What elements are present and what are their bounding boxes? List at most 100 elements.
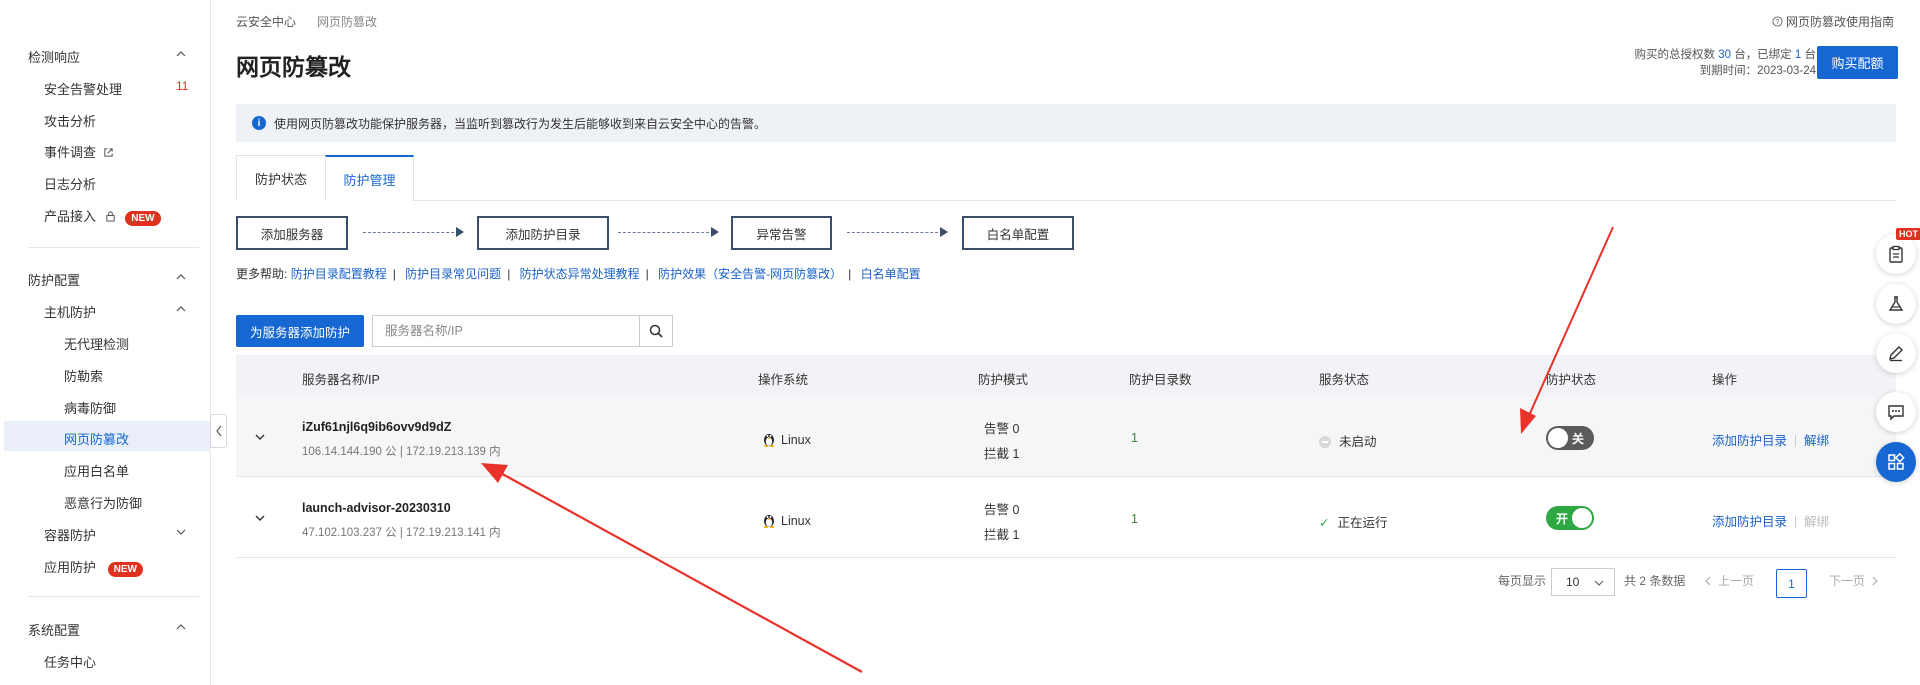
quota-info: 购买的总授权数 30 台，已绑定 1 台 到期时间：2023-03-24 [1634, 49, 1816, 77]
help-link-dir-config[interactable]: 防护目录配置教程 [291, 267, 387, 281]
page-number-current[interactable]: 1 [1776, 569, 1807, 598]
edit-icon [1889, 346, 1903, 362]
os-cell: Linux [762, 512, 811, 528]
chevron-up-icon[interactable] [176, 272, 186, 282]
sidebar-item-malicious-behavior[interactable]: 恶意行为防御 [64, 493, 142, 512]
step-whitelist-config[interactable]: 白名单配置 [962, 216, 1074, 250]
breadcrumb-separator: / [287, 13, 291, 27]
col-mode: 防护模式 [978, 373, 1029, 387]
svg-text:?: ? [1776, 19, 1780, 26]
tab-divider [414, 200, 1896, 201]
sidebar-group-detect[interactable]: 检测响应 [28, 47, 80, 66]
chevron-down-icon[interactable] [253, 430, 267, 444]
chevron-left-icon [215, 425, 222, 437]
mode-alert: 告警 0 [984, 503, 1020, 517]
step-add-server[interactable]: 添加服务器 [236, 216, 348, 250]
chevron-up-icon[interactable] [176, 304, 186, 314]
stopped-icon [1319, 436, 1331, 448]
sidebar-item-app-whitelist[interactable]: 应用白名单 [64, 461, 129, 480]
search-button[interactable] [639, 315, 673, 347]
info-banner: i 使用网页防篡改功能保护服务器，当监听到篡改行为发生后能够收到来自云安全中心的… [236, 104, 1896, 142]
arrow-right-icon [456, 227, 464, 237]
chevron-up-icon[interactable] [176, 49, 186, 59]
more-help: 更多帮助: 防护目录配置教程 | 防护目录常见问题 | 防护状态异常处理教程 | 防护… [236, 267, 921, 281]
mode-block: 拦截 1 [984, 528, 1020, 542]
server-search-input[interactable] [372, 315, 640, 347]
sidebar: 检测响应 安全告警处理 11 攻击分析 事件调查 日志分析 产品接入 NEW 防… [0, 0, 211, 685]
next-page-button[interactable]: 下一页 [1829, 572, 1879, 589]
protection-toggle[interactable]: 关 [1546, 426, 1594, 450]
col-protect-status: 防护状态 [1546, 373, 1597, 387]
arrow-right-icon [940, 227, 948, 237]
sidebar-item-antivirus[interactable]: 病毒防御 [64, 398, 116, 417]
sidebar-item-agentless[interactable]: 无代理检测 [64, 334, 129, 353]
add-directory-link[interactable]: 添加防护目录 [1712, 515, 1787, 529]
service-status: 未启动 [1319, 431, 1377, 450]
chat-float-button[interactable] [1876, 392, 1916, 432]
sidebar-item-investigation[interactable]: 事件调查 [44, 142, 114, 161]
total-count: 共 2 条数据 [1624, 574, 1686, 588]
buy-quota-button[interactable]: 购买配额 [1817, 46, 1898, 79]
table-row[interactable]: iZuf61njl6q9ib6ovv9d9dZ 106.14.144.190 公… [236, 397, 1896, 477]
sidebar-item-product-access[interactable]: 产品接入 NEW [44, 206, 161, 226]
sidebar-item-anti-ransomware[interactable]: 防勒索 [64, 366, 103, 385]
unbind-link[interactable]: 解绑 [1804, 434, 1829, 448]
new-badge: NEW [125, 211, 161, 226]
protection-toggle[interactable]: 开 [1546, 506, 1594, 530]
flask-icon [1888, 296, 1904, 311]
tab-protection-management[interactable]: 防护管理 [325, 155, 414, 201]
server-name: launch-advisor-20230310 [302, 501, 451, 515]
mode-block: 拦截 1 [984, 447, 1020, 461]
edit-float-button[interactable] [1876, 333, 1916, 373]
unbind-link-disabled: 解绑 [1804, 515, 1830, 529]
usage-guide-link[interactable]: ? 网页防篡改使用指南 [1772, 13, 1894, 30]
external-link-icon [103, 148, 113, 157]
sidebar-item-host-protection[interactable]: 主机防护 [44, 302, 96, 321]
sidebar-group-protect-config[interactable]: 防护配置 [28, 270, 80, 289]
mode-alert: 告警 0 [984, 422, 1020, 436]
server-ip: 106.14.144.190 公 | 172.19.213.139 内 [302, 446, 501, 458]
sidebar-item-web-tamper[interactable]: 网页防篡改 [64, 429, 129, 448]
add-server-protection-button[interactable]: 为服务器添加防护 [236, 315, 364, 347]
row-actions: 添加防护目录 解绑 [1712, 511, 1829, 530]
chevron-down-icon[interactable] [176, 527, 186, 537]
sidebar-item-attack-analysis[interactable]: 攻击分析 [44, 111, 96, 130]
breadcrumb-current: 网页防篡改 [317, 15, 378, 29]
apps-float-button[interactable] [1876, 442, 1916, 482]
step-abnormal-alert[interactable]: 异常告警 [731, 216, 832, 250]
page-size-select[interactable]: 10 [1551, 568, 1615, 596]
help-link-dir-faq[interactable]: 防护目录常见问题 [405, 267, 501, 281]
sidebar-item-app-protection[interactable]: 应用防护 NEW [44, 557, 143, 577]
help-link-protection-effect[interactable]: 防护效果（安全告警-网页防篡改） [658, 267, 842, 281]
step-add-directory[interactable]: 添加防护目录 [477, 216, 609, 250]
sidebar-item-log-analysis[interactable]: 日志分析 [44, 174, 96, 193]
chat-icon [1888, 405, 1904, 421]
sidebar-collapse-button[interactable] [210, 414, 227, 448]
chevron-up-icon[interactable] [176, 622, 186, 632]
sidebar-divider [28, 596, 199, 597]
chevron-right-icon [1872, 576, 1878, 586]
sidebar-item-task-center[interactable]: 任务中心 [44, 652, 96, 671]
sidebar-item-alerts[interactable]: 安全告警处理 [44, 79, 122, 98]
chevron-down-icon[interactable] [253, 511, 267, 525]
prev-page-button[interactable]: 上一页 [1704, 572, 1754, 589]
feedback-float-button[interactable] [1876, 234, 1916, 274]
col-server: 服务器名称/IP [302, 373, 380, 387]
dir-count: 1 [1131, 431, 1138, 445]
server-name: iZuf61njl6q9ib6ovv9d9dZ [302, 420, 452, 434]
tab-protection-status[interactable]: 防护状态 [236, 155, 326, 201]
help-link-status-troubleshoot[interactable]: 防护状态异常处理教程 [520, 267, 640, 281]
per-page-label: 每页显示 [1498, 574, 1547, 588]
server-ip: 47.102.103.237 公 | 172.19.213.141 内 [302, 527, 501, 539]
sidebar-group-system-config[interactable]: 系统配置 [28, 620, 80, 639]
clipboard-icon [1889, 245, 1903, 263]
help-link-whitelist[interactable]: 白名单配置 [861, 267, 921, 281]
row-actions: 添加防护目录 解绑 [1712, 430, 1829, 449]
add-directory-link[interactable]: 添加防护目录 [1712, 434, 1787, 448]
table-row[interactable]: launch-advisor-20230310 47.102.103.237 公… [236, 478, 1896, 558]
step-connector [618, 232, 714, 234]
hot-badge: HOT [1896, 228, 1920, 240]
sidebar-item-container-protection[interactable]: 容器防护 [44, 525, 96, 544]
lock-icon [105, 211, 115, 222]
lab-float-button[interactable] [1876, 284, 1916, 324]
